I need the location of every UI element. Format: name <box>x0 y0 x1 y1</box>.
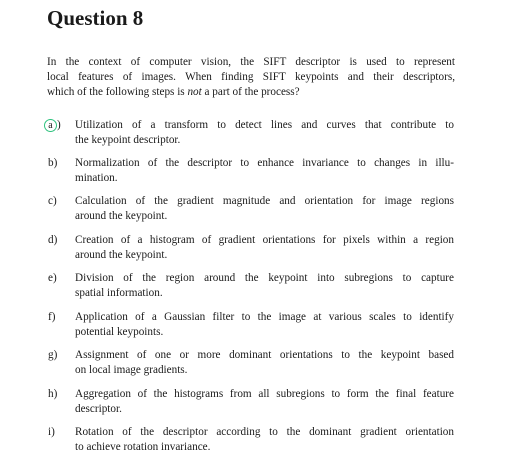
option-line: descriptor. <box>75 402 122 415</box>
option-text: Division of the region around the keypoi… <box>75 271 454 300</box>
option-label: f) <box>48 311 56 323</box>
option-text: Rotation of the descriptor according to … <box>75 425 454 454</box>
option-line: on local image gradients. <box>75 363 188 376</box>
option-line: Application of a Gaussian filter to the … <box>75 311 454 323</box>
option-text: Creation of a histogram of gradient orie… <box>75 233 454 262</box>
option-line: to achieve rotation invariance. <box>75 440 211 453</box>
option-line: Rotation of the descriptor according to … <box>75 426 454 438</box>
question-line: which of the following steps is not a pa… <box>47 85 455 100</box>
option-text: Utilization of a transform to detect lin… <box>75 118 454 147</box>
option-label: b) <box>48 157 58 169</box>
option-line: potential keypoints. <box>75 325 164 338</box>
option-label: g) <box>48 349 58 361</box>
question-line: In the context of computer vision, the S… <box>47 56 455 68</box>
option-line: Assignment of one or more dominant orien… <box>75 349 454 361</box>
option-label-suffix: ) <box>57 119 61 131</box>
option-label: a) <box>44 118 61 133</box>
option-line: Normalization of the descriptor to enhan… <box>75 157 454 169</box>
option-line: around the keypoint. <box>75 248 168 261</box>
option-line: mination. <box>75 171 118 184</box>
question-text-part: which of the following steps is <box>47 86 188 98</box>
option-line: Division of the region around the keypoi… <box>75 272 454 284</box>
option-line: Calculation of the gradient magnitude an… <box>75 195 454 207</box>
option-text: Calculation of the gradient magnitude an… <box>75 194 454 223</box>
question-line: local features of images. When finding S… <box>47 71 455 83</box>
question-title: Question 8 <box>47 6 144 30</box>
option-line: Utilization of a transform to detect lin… <box>75 119 454 131</box>
option-text: Application of a Gaussian filter to the … <box>75 310 454 339</box>
option-label: c) <box>48 195 57 207</box>
option-label: d) <box>48 234 58 246</box>
option-text: Aggregation of the histograms from all s… <box>75 387 454 416</box>
emphasis-not: not <box>187 86 202 98</box>
option-text: Assignment of one or more dominant orien… <box>75 348 454 377</box>
option-label: i) <box>48 426 55 438</box>
option-line: around the keypoint. <box>75 209 168 222</box>
option-line: Creation of a histogram of gradient orie… <box>75 234 454 246</box>
selected-answer-circle-icon: a <box>44 119 57 132</box>
option-text: Normalization of the descriptor to enhan… <box>75 156 454 185</box>
question-page: Question 8 In the context of computer vi… <box>0 0 516 467</box>
option-line: the keypoint descriptor. <box>75 133 181 146</box>
option-line: Aggregation of the histograms from all s… <box>75 388 454 400</box>
question-text-part: a part of the process? <box>201 86 300 98</box>
question-text: In the context of computer vision, the S… <box>47 55 455 100</box>
option-label: e) <box>48 272 57 284</box>
option-line: spatial information. <box>75 286 163 299</box>
option-label: h) <box>48 388 58 400</box>
